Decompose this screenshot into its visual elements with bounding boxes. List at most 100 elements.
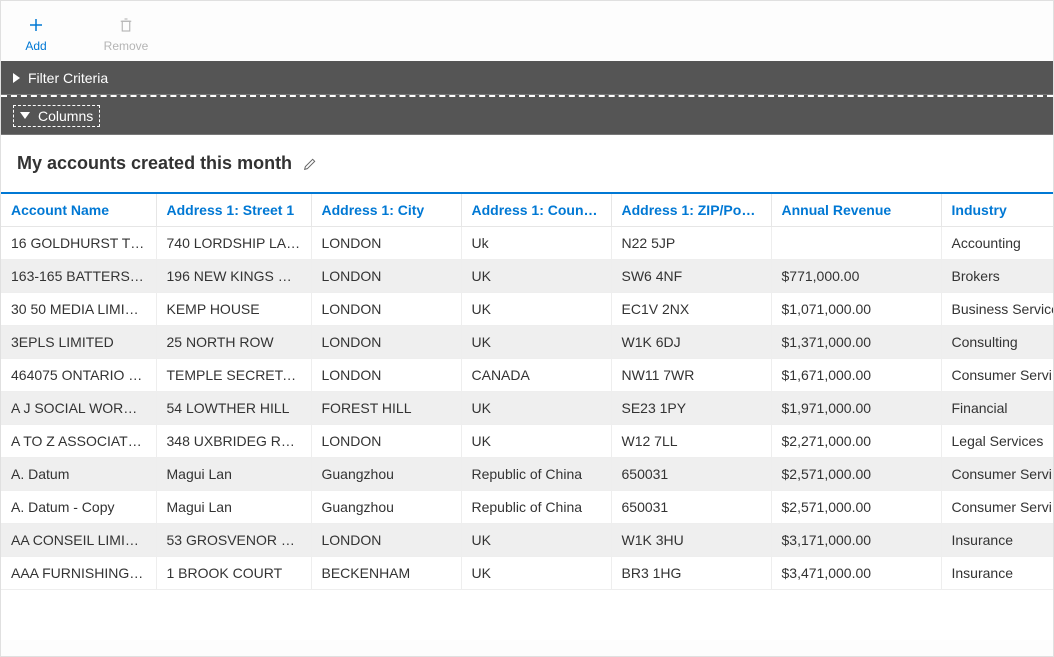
cell-street: 53 GROSVENOR STR... (156, 524, 311, 557)
cell-country: Republic of China (461, 491, 611, 524)
cell-country: UK (461, 557, 611, 590)
cell-account: A. Datum - Copy (1, 491, 156, 524)
cell-zip: W1K 6DJ (611, 326, 771, 359)
cell-account: 163-165 BATTERSEA... (1, 260, 156, 293)
results-grid[interactable]: Account Name Address 1: Street 1 Address… (1, 194, 1053, 640)
cell-revenue: $1,371,000.00 (771, 326, 941, 359)
cell-revenue: $2,571,000.00 (771, 491, 941, 524)
cell-street: Magui Lan (156, 458, 311, 491)
add-button-label: Add (25, 39, 46, 53)
header-row: Account Name Address 1: Street 1 Address… (1, 194, 1053, 227)
cell-zip: W12 7LL (611, 425, 771, 458)
cell-industry: Insurance (941, 524, 1053, 557)
cell-account: A TO Z ASSOCIATED... (1, 425, 156, 458)
cell-city: Guangzhou (311, 491, 461, 524)
cell-street: 25 NORTH ROW (156, 326, 311, 359)
cell-city: LONDON (311, 326, 461, 359)
table-row[interactable]: 16 GOLDHURST TER...740 LORDSHIP LANELOND… (1, 227, 1053, 260)
cell-industry: Consumer Services (941, 359, 1053, 392)
cell-zip: NW11 7WR (611, 359, 771, 392)
cell-zip: W1K 3HU (611, 524, 771, 557)
chevron-down-icon (20, 112, 30, 119)
cell-revenue: $1,671,000.00 (771, 359, 941, 392)
cell-revenue: $3,471,000.00 (771, 557, 941, 590)
cell-country: UK (461, 524, 611, 557)
chevron-right-icon (13, 73, 20, 83)
add-button[interactable]: Add (11, 16, 61, 53)
table-row[interactable]: AAA FURNISHINGS ...1 BROOK COURTBECKENHA… (1, 557, 1053, 590)
col-account-name[interactable]: Account Name (1, 194, 156, 227)
cell-country: Republic of China (461, 458, 611, 491)
cell-account: A J SOCIAL WORK L... (1, 392, 156, 425)
cell-street: 348 UXBRIDEG ROAD (156, 425, 311, 458)
cell-country: UK (461, 260, 611, 293)
table-row[interactable]: 30 50 MEDIA LIMITEDKEMP HOUSELONDONUKEC1… (1, 293, 1053, 326)
cell-revenue: $1,971,000.00 (771, 392, 941, 425)
toolbar: Add Remove (1, 1, 1053, 61)
cell-industry: Insurance (941, 557, 1053, 590)
cell-street: 196 NEW KINGS RO... (156, 260, 311, 293)
table-row[interactable]: 3EPLS LIMITED25 NORTH ROWLONDONUKW1K 6DJ… (1, 326, 1053, 359)
cell-street: KEMP HOUSE (156, 293, 311, 326)
table-row[interactable]: A. Datum - CopyMagui LanGuangzhouRepubli… (1, 491, 1053, 524)
col-city[interactable]: Address 1: City (311, 194, 461, 227)
view-title-text: My accounts created this month (17, 153, 292, 174)
cell-industry: Consumer Services (941, 458, 1053, 491)
table-row[interactable]: A TO Z ASSOCIATED...348 UXBRIDEG ROADLON… (1, 425, 1053, 458)
table-row[interactable]: 464075 ONTARIO LI...TEMPLE SECRETARIE...… (1, 359, 1053, 392)
filter-criteria-label: Filter Criteria (28, 70, 108, 86)
cell-zip: EC1V 2NX (611, 293, 771, 326)
table-row[interactable]: A. DatumMagui LanGuangzhouRepublic of Ch… (1, 458, 1053, 491)
cell-zip: 650031 (611, 458, 771, 491)
cell-revenue: $1,071,000.00 (771, 293, 941, 326)
cell-revenue (771, 227, 941, 260)
cell-account: 464075 ONTARIO LI... (1, 359, 156, 392)
cell-industry: Brokers (941, 260, 1053, 293)
col-zip[interactable]: Address 1: ZIP/Post... (611, 194, 771, 227)
columns-section[interactable]: Columns (1, 95, 1053, 135)
remove-button: Remove (101, 16, 151, 53)
cell-country: UK (461, 326, 611, 359)
cell-city: LONDON (311, 227, 461, 260)
plus-icon (27, 16, 45, 37)
col-industry[interactable]: Industry (941, 194, 1053, 227)
col-street[interactable]: Address 1: Street 1 (156, 194, 311, 227)
cell-industry: Financial (941, 392, 1053, 425)
cell-city: LONDON (311, 293, 461, 326)
cell-street: 54 LOWTHER HILL (156, 392, 311, 425)
filter-criteria-section[interactable]: Filter Criteria (1, 61, 1053, 95)
cell-city: LONDON (311, 359, 461, 392)
cell-street: Magui Lan (156, 491, 311, 524)
remove-button-label: Remove (104, 39, 149, 53)
cell-revenue: $2,571,000.00 (771, 458, 941, 491)
cell-city: Guangzhou (311, 458, 461, 491)
cell-city: LONDON (311, 260, 461, 293)
columns-toggle[interactable]: Columns (13, 105, 100, 127)
cell-country: UK (461, 392, 611, 425)
results-table: Account Name Address 1: Street 1 Address… (1, 194, 1053, 590)
cell-industry: Consumer Services (941, 491, 1053, 524)
cell-city: LONDON (311, 524, 461, 557)
cell-account: 30 50 MEDIA LIMITED (1, 293, 156, 326)
horizontal-scrollbar[interactable] (1, 640, 1053, 656)
table-row[interactable]: A J SOCIAL WORK L...54 LOWTHER HILLFORES… (1, 392, 1053, 425)
table-row[interactable]: AA CONSEIL LIMITED53 GROSVENOR STR...LON… (1, 524, 1053, 557)
cell-account: AAA FURNISHINGS ... (1, 557, 156, 590)
pencil-icon[interactable] (302, 156, 318, 172)
view-title: My accounts created this month (1, 135, 1053, 194)
cell-account: 3EPLS LIMITED (1, 326, 156, 359)
cell-zip: SW6 4NF (611, 260, 771, 293)
trash-icon (117, 16, 135, 37)
col-revenue[interactable]: Annual Revenue (771, 194, 941, 227)
cell-country: CANADA (461, 359, 611, 392)
cell-account: AA CONSEIL LIMITED (1, 524, 156, 557)
col-country[interactable]: Address 1: Country/... (461, 194, 611, 227)
table-row[interactable]: 163-165 BATTERSEA...196 NEW KINGS RO...L… (1, 260, 1053, 293)
app-frame: Add Remove Filter Criteria Columns My ac… (0, 0, 1054, 657)
cell-account: A. Datum (1, 458, 156, 491)
cell-revenue: $3,171,000.00 (771, 524, 941, 557)
cell-zip: N22 5JP (611, 227, 771, 260)
cell-street: 1 BROOK COURT (156, 557, 311, 590)
cell-street: 740 LORDSHIP LANE (156, 227, 311, 260)
cell-zip: SE23 1PY (611, 392, 771, 425)
